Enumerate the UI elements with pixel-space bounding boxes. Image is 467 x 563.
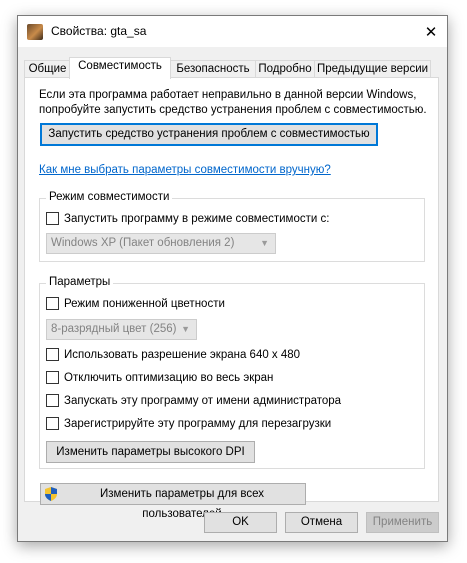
register-restart-checkbox[interactable]	[46, 417, 59, 430]
res-640-label: Использовать разрешение экрана 640 x 480	[64, 348, 301, 361]
res-640-row[interactable]: Использовать разрешение экрана 640 x 480	[46, 348, 300, 361]
compat-mode-checkbox-row[interactable]: Запустить программу в режиме совместимос…	[46, 212, 329, 225]
close-button[interactable]: ✕	[415, 16, 447, 47]
run-as-admin-row[interactable]: Запускать эту программу от имени админис…	[46, 394, 341, 407]
disable-fullscreen-opt-checkbox[interactable]	[46, 371, 59, 384]
os-version-value: Windows XP (Пакет обновления 2)	[51, 237, 235, 249]
compat-mode-group: Режим совместимости Запустить программу …	[39, 191, 425, 262]
compatibility-panel: Если эта программа работает неправильно …	[24, 77, 439, 520]
change-all-users-button[interactable]: Изменить параметры для всех пользователе…	[40, 483, 306, 520]
cancel-button[interactable]: Отмена	[285, 512, 358, 533]
os-version-select[interactable]: Windows XP (Пакет обновления 2) ▼	[46, 233, 276, 254]
reduced-color-label: Режим пониженной цветности	[64, 297, 225, 310]
tab-previous-versions[interactable]: Предыдущие версии	[314, 60, 431, 78]
change-dpi-button[interactable]: Изменить параметры высокого DPI	[46, 441, 255, 463]
run-as-admin-label: Запускать эту программу от имени админис…	[64, 394, 342, 407]
color-depth-select[interactable]: 8-разрядный цвет (256) ▼	[46, 319, 197, 340]
params-group: Параметры Режим пониженной цветности 8-р…	[39, 276, 425, 469]
tab-details[interactable]: Подробно	[255, 60, 315, 78]
chevron-down-icon: ▼	[260, 238, 269, 248]
register-restart-label: Зарегистрируйте эту программу для переза…	[64, 417, 332, 430]
disable-fullscreen-opt-row[interactable]: Отключить оптимизацию во весь экран	[46, 371, 273, 384]
register-restart-row[interactable]: Зарегистрируйте эту программу для переза…	[46, 417, 331, 430]
apply-button[interactable]: Применить	[366, 512, 439, 533]
compat-mode-checkbox[interactable]	[46, 212, 59, 225]
compat-mode-label: Запустить программу в режиме совместимос…	[64, 212, 330, 225]
reduced-color-checkbox[interactable]	[46, 297, 59, 310]
close-icon: ✕	[424, 23, 438, 41]
title-bar: Свойства: gta_sa ✕	[18, 16, 447, 47]
properties-dialog: Свойства: gta_sa ✕ Общие Совместимость Б…	[17, 15, 448, 542]
compat-mode-group-title: Режим совместимости	[46, 191, 173, 203]
tab-security[interactable]: Безопасность	[170, 60, 256, 78]
run-as-admin-checkbox[interactable]	[46, 394, 59, 407]
tab-general[interactable]: Общие	[24, 60, 71, 78]
chevron-down-icon: ▼	[181, 324, 190, 334]
color-depth-value: 8-разрядный цвет (256)	[51, 323, 177, 335]
manual-settings-help-link[interactable]: Как мне выбрать параметры совместимости …	[39, 164, 331, 176]
tab-compatibility[interactable]: Совместимость	[69, 57, 171, 79]
disable-fullscreen-opt-label: Отключить оптимизацию во весь экран	[64, 371, 274, 384]
run-troubleshooter-button[interactable]: Запустить средство устранения проблем с …	[40, 123, 378, 146]
res-640-checkbox[interactable]	[46, 348, 59, 361]
uac-shield-icon	[45, 487, 57, 501]
app-icon	[27, 24, 43, 40]
window-title: Свойства: gta_sa	[51, 24, 147, 38]
params-group-title: Параметры	[46, 276, 114, 288]
intro-text: Если эта программа работает неправильно …	[39, 89, 427, 116]
ok-button[interactable]: OK	[204, 512, 277, 533]
reduced-color-row[interactable]: Режим пониженной цветности	[46, 297, 225, 310]
